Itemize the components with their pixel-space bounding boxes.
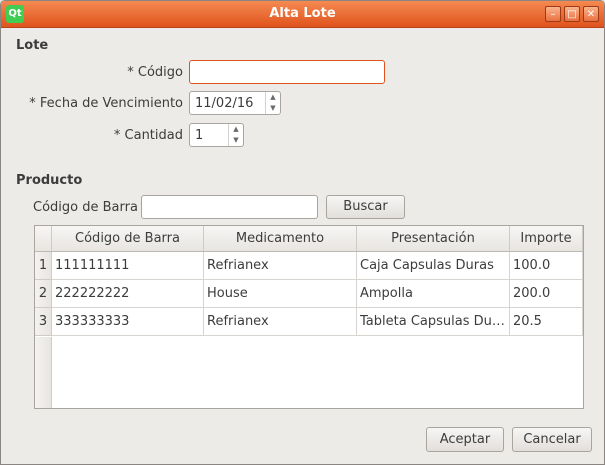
column-header-importe[interactable]: Importe	[510, 226, 583, 252]
cantidad-spin-arrows[interactable]: ▲ ▼	[228, 124, 243, 146]
lote-section-title: Lote	[16, 38, 49, 53]
column-header-medicamento[interactable]: Medicamento	[204, 226, 357, 252]
table-cell-codigo[interactable]: 333333333	[52, 308, 204, 336]
row-header[interactable]: 1	[35, 252, 52, 280]
row-header[interactable]: 3	[35, 308, 52, 336]
cantidad-value: 1	[195, 128, 204, 143]
table-corner[interactable]	[35, 226, 52, 252]
table-cell-presentacion[interactable]: Caja Capsulas Duras	[357, 252, 510, 280]
close-icon[interactable]: ✕	[583, 6, 599, 22]
row-header[interactable]: 2	[35, 280, 52, 308]
cancelar-button[interactable]: Cancelar	[512, 427, 592, 452]
dialog-window: Qt Alta Lote – □ ✕ Lote * Código * Fecha…	[0, 0, 605, 465]
cantidad-label: * Cantidad	[113, 128, 183, 143]
spin-up-icon[interactable]: ▲	[229, 124, 243, 135]
buscar-button[interactable]: Buscar	[326, 195, 405, 219]
maximize-icon[interactable]: □	[564, 6, 580, 22]
fecha-vencimiento-date-edit[interactable]: 11/02/16 ▲ ▼	[189, 91, 281, 115]
window-title: Alta Lote	[269, 6, 336, 21]
table-cell-presentacion[interactable]: Ampolla	[357, 280, 510, 308]
product-table[interactable]: Código de Barra Medicamento Presentación…	[34, 225, 584, 409]
row-header-empty-area	[35, 337, 52, 408]
column-header-codigo[interactable]: Código de Barra	[52, 226, 204, 252]
table-cell-importe[interactable]: 100.0	[510, 252, 583, 280]
table-cell-medicamento[interactable]: Refrianex	[204, 252, 357, 280]
minimize-icon[interactable]: –	[545, 6, 561, 22]
date-spin-arrows[interactable]: ▲ ▼	[265, 92, 280, 114]
table-cell-medicamento[interactable]: Refrianex	[204, 308, 357, 336]
table-cell-importe[interactable]: 20.5	[510, 308, 583, 336]
cantidad-spinbox[interactable]: 1 ▲ ▼	[189, 123, 244, 147]
aceptar-button[interactable]: Aceptar	[426, 427, 504, 452]
barcode-input[interactable]	[141, 195, 318, 219]
table-cell-importe[interactable]: 200.0	[510, 280, 583, 308]
table-cell-codigo[interactable]: 111111111	[52, 252, 204, 280]
spin-down-icon[interactable]: ▼	[266, 103, 280, 114]
codigo-label: * Código	[127, 65, 183, 80]
fecha-vencimiento-value: 11/02/16	[195, 96, 254, 111]
producto-section-title: Producto	[16, 173, 83, 188]
fecha-vencimiento-label: * Fecha de Vencimiento	[29, 96, 183, 111]
spin-up-icon[interactable]: ▲	[266, 92, 280, 103]
column-header-presentacion[interactable]: Presentación	[357, 226, 510, 252]
title-bar[interactable]: Qt Alta Lote – □ ✕	[1, 1, 604, 28]
codigo-input[interactable]	[189, 60, 385, 84]
table-cell-medicamento[interactable]: House	[204, 280, 357, 308]
table-cell-presentacion[interactable]: Tableta Capsulas Du…	[357, 308, 510, 336]
barcode-label: Código de Barra	[33, 200, 138, 215]
spin-down-icon[interactable]: ▼	[229, 135, 243, 146]
table-cell-codigo[interactable]: 222222222	[52, 280, 204, 308]
